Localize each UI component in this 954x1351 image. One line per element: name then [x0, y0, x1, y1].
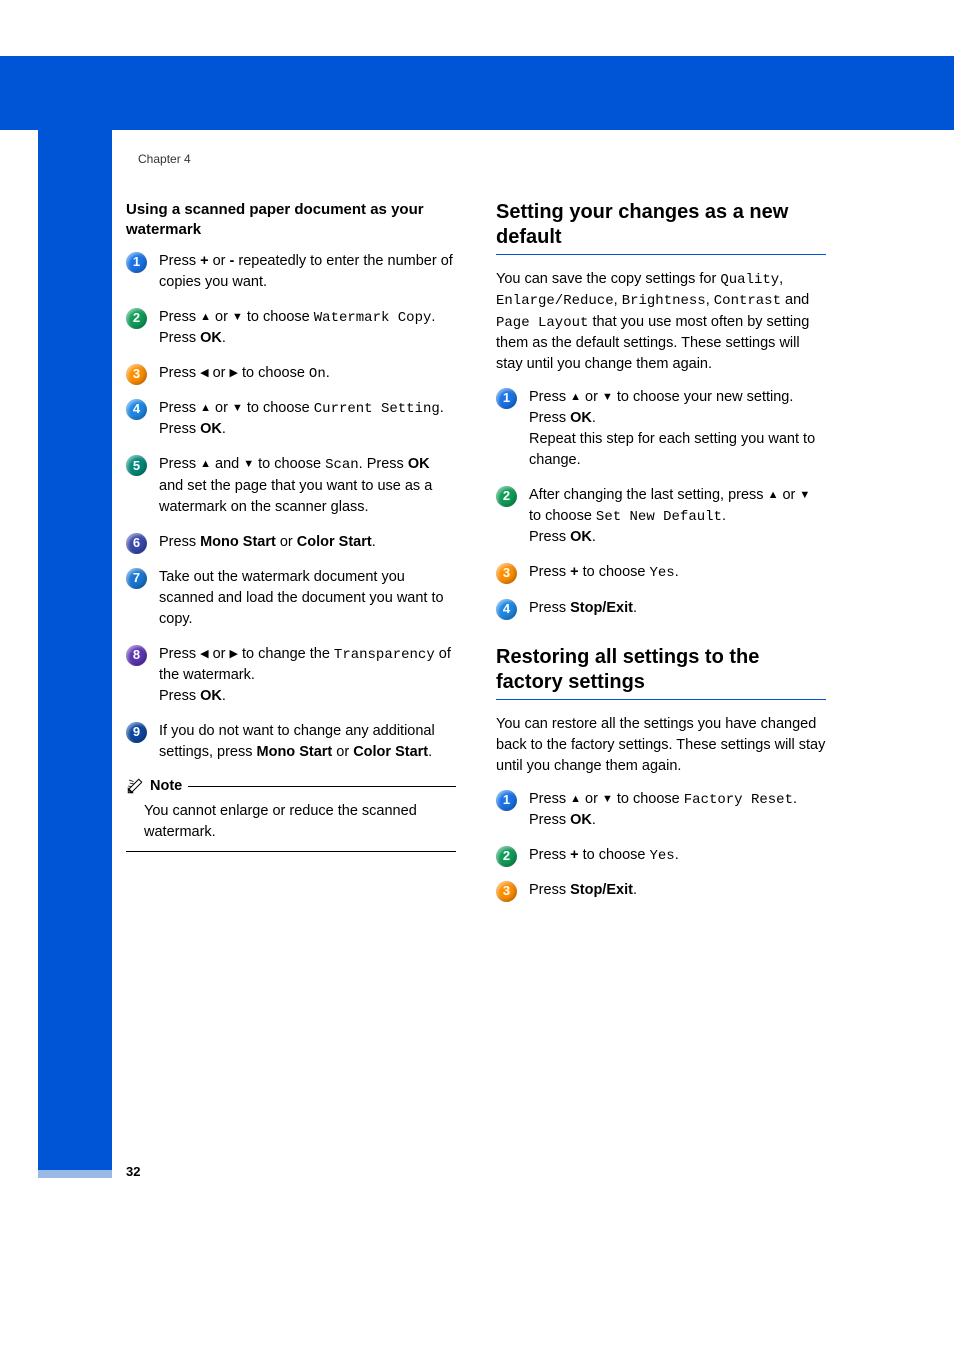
- right-para-b: You can restore all the settings you hav…: [496, 714, 826, 777]
- right-steps-b: 1 Press ▲ or ▼ to choose Factory Reset.Pr…: [496, 789, 826, 902]
- step-body: Press Mono Start or Color Start.: [159, 532, 456, 553]
- right-h2-a-rule: [496, 254, 826, 255]
- step-badge-icon: 3: [126, 364, 147, 385]
- t: ,: [706, 292, 714, 308]
- note-block: Note You cannot enlarge or reduce the sc…: [126, 777, 456, 852]
- step-item: 4 Press Stop/Exit.: [496, 598, 826, 619]
- step-badge-icon: 2: [496, 486, 517, 507]
- t: You can save the copy settings for: [496, 271, 720, 287]
- t: ,: [614, 292, 622, 308]
- step-item: 4 Press ▲ or ▼ to choose Current Setting.…: [126, 398, 456, 440]
- note-icon: [126, 777, 144, 795]
- step-body: Press + to choose Yes.: [529, 845, 826, 866]
- left-steps: 1 Press + or - repeatedly to enter the nu…: [126, 251, 456, 764]
- step-badge-icon: 4: [496, 599, 517, 620]
- chapter-label: Chapter 4: [138, 152, 191, 166]
- step-item: 7 Take out the watermark document you sca…: [126, 567, 456, 630]
- mono: Quality: [720, 272, 779, 288]
- step-item: 1 Press + or - repeatedly to enter the nu…: [126, 251, 456, 293]
- step-item: 1 Press ▲ or ▼ to choose Factory Reset.Pr…: [496, 789, 826, 831]
- step-body: Press ▲ or ▼ to choose Watermark Copy.Pr…: [159, 307, 456, 349]
- side-band: [38, 56, 112, 1176]
- step-body: Press ▲ and ▼ to choose Scan. Press OK a…: [159, 454, 456, 517]
- step-item: 3 Press Stop/Exit.: [496, 880, 826, 901]
- right-column: Setting your changes as a new default Yo…: [496, 200, 826, 915]
- step-badge-icon: 5: [126, 455, 147, 476]
- right-h2-b: Restoring all settings to the factory se…: [496, 645, 826, 695]
- right-para-a: You can save the copy settings for Quali…: [496, 269, 826, 375]
- step-body: Press + to choose Yes.: [529, 562, 826, 583]
- mono: Enlarge/Reduce: [496, 293, 614, 309]
- step-badge-icon: 7: [126, 568, 147, 589]
- step-badge-icon: 8: [126, 645, 147, 666]
- t: ,: [779, 271, 783, 287]
- step-item: 3 Press ◀ or ▶ to choose On.: [126, 363, 456, 384]
- step-badge-icon: 3: [496, 563, 517, 584]
- step-body: Press Stop/Exit.: [529, 598, 826, 619]
- step-body: After changing the last setting, press ▲…: [529, 485, 826, 548]
- step-badge-icon: 2: [496, 846, 517, 867]
- mono: Page Layout: [496, 315, 588, 331]
- step-item: 6 Press Mono Start or Color Start.: [126, 532, 456, 553]
- step-badge-icon: 1: [496, 388, 517, 409]
- step-item: 5 Press ▲ and ▼ to choose Scan. Press OK …: [126, 454, 456, 517]
- t: and: [781, 292, 809, 308]
- mono: Contrast: [714, 293, 781, 309]
- note-top-rule: [188, 786, 456, 787]
- step-badge-icon: 6: [126, 533, 147, 554]
- step-badge-icon: 1: [126, 252, 147, 273]
- step-item: 2 Press + to choose Yes.: [496, 845, 826, 866]
- right-h2-b-rule: [496, 699, 826, 700]
- step-item: 2 Press ▲ or ▼ to choose Watermark Copy.P…: [126, 307, 456, 349]
- header-band: [0, 56, 954, 130]
- step-body: If you do not want to change any additio…: [159, 721, 456, 763]
- content-columns: Using a scanned paper document as your w…: [126, 200, 826, 915]
- step-body: Press ▲ or ▼ to choose Current Setting.P…: [159, 398, 456, 440]
- footer-accent: [38, 1170, 112, 1178]
- step-badge-icon: 4: [126, 399, 147, 420]
- step-badge-icon: 1: [496, 790, 517, 811]
- step-body: Press ◀ or ▶ to choose On.: [159, 363, 456, 384]
- step-item: 1 Press ▲ or ▼ to choose your new setting…: [496, 387, 826, 471]
- step-body: Press ◀ or ▶ to change the Transparency …: [159, 644, 456, 707]
- step-body: Take out the watermark document you scan…: [159, 567, 456, 630]
- step-body: Press Stop/Exit.: [529, 880, 826, 901]
- left-column: Using a scanned paper document as your w…: [126, 200, 456, 915]
- step-item: 8 Press ◀ or ▶ to change the Transparency…: [126, 644, 456, 707]
- step-body: Press ▲ or ▼ to choose your new setting.…: [529, 387, 826, 471]
- step-body: Press + or - repeatedly to enter the num…: [159, 251, 456, 293]
- page-root: Chapter 4 32 Using a scanned paper docum…: [0, 0, 954, 1351]
- left-section-title: Using a scanned paper document as your w…: [126, 200, 456, 241]
- note-label: Note: [150, 778, 182, 794]
- page-number: 32: [126, 1164, 140, 1179]
- step-item: 3 Press + to choose Yes.: [496, 562, 826, 583]
- right-steps-a: 1 Press ▲ or ▼ to choose your new setting…: [496, 387, 826, 619]
- step-body: Press ▲ or ▼ to choose Factory Reset.Pre…: [529, 789, 826, 831]
- right-h2-a: Setting your changes as a new default: [496, 200, 826, 250]
- step-badge-icon: 2: [126, 308, 147, 329]
- step-item: 2 After changing the last setting, press …: [496, 485, 826, 548]
- step-item: 9 If you do not want to change any additi…: [126, 721, 456, 763]
- note-text: You cannot enlarge or reduce the scanned…: [126, 801, 456, 852]
- step-badge-icon: 3: [496, 881, 517, 902]
- mono: Brightness: [622, 293, 706, 309]
- step-badge-icon: 9: [126, 722, 147, 743]
